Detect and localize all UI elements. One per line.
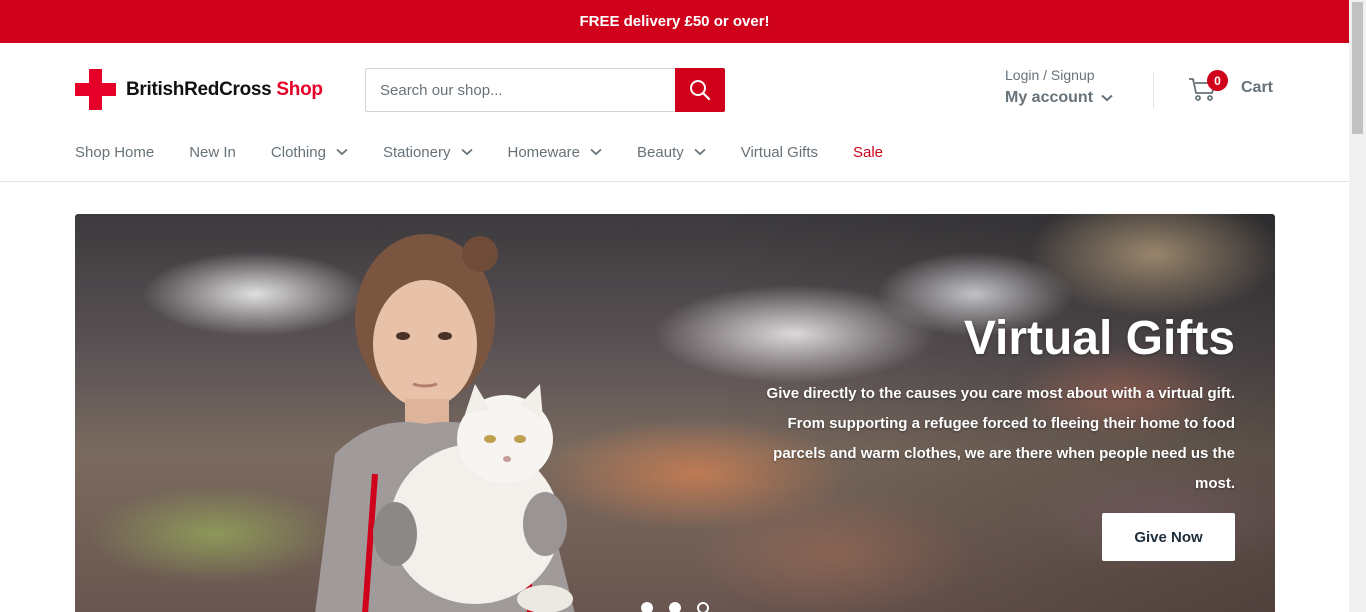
hero-slideshow[interactable]: Virtual Gifts Give directly to the cause… (75, 214, 1275, 612)
announcement-text: FREE delivery £50 or over! (579, 13, 770, 30)
chevron-down-icon (336, 148, 348, 156)
nav-item-clothing[interactable]: Clothing (271, 144, 348, 161)
cart-count-badge: 0 (1207, 70, 1228, 91)
hero-body: Give directly to the causes you care mos… (766, 385, 1235, 492)
nav-item-homeware[interactable]: Homeware (508, 144, 603, 161)
cart-link[interactable]: 0 Cart (1188, 70, 1274, 103)
header-divider (1153, 72, 1154, 108)
brand-name: BritishRedCross Shop (126, 79, 323, 101)
nav-item-label: Clothing (270, 143, 326, 161)
login-signup-link[interactable]: Login / Signup (1005, 67, 1113, 83)
nav-item-label: Shop Home (75, 143, 155, 161)
chevron-down-icon (694, 148, 706, 156)
nav-item-label: New In (189, 143, 236, 161)
nav-item-label: Sale (852, 143, 884, 161)
search-bar (365, 68, 725, 112)
hero-image-girl-with-cat (315, 234, 575, 612)
hero-title: Virtual Gifts (963, 312, 1235, 365)
slide-dot-2[interactable] (669, 602, 681, 612)
my-account-label: My account (1005, 89, 1094, 106)
scrollbar-thumb[interactable] (1352, 2, 1363, 134)
scrollbar[interactable] (1349, 0, 1366, 612)
cart-label: Cart (1241, 79, 1274, 96)
search-input[interactable] (365, 68, 675, 112)
logo[interactable]: BritishRedCross Shop (75, 69, 323, 110)
announcement-bar[interactable]: FREE delivery £50 or over! (0, 0, 1349, 43)
slide-dot-1[interactable] (641, 602, 653, 612)
nav-item-label: Virtual Gifts (740, 143, 818, 161)
slideshow-dots (641, 602, 709, 612)
main-nav: Shop Home New In Clothing Stationery Hom… (75, 139, 918, 165)
nav-item-label: Beauty (637, 143, 684, 161)
search-icon (690, 80, 711, 101)
chevron-down-icon (1101, 94, 1113, 102)
nav-item-beauty[interactable]: Beauty (637, 144, 706, 161)
nav-item-new-in[interactable]: New In (189, 144, 236, 161)
nav-item-stationery[interactable]: Stationery (383, 144, 473, 161)
nav-item-label: Stationery (382, 143, 451, 161)
slide-dot-3[interactable] (697, 602, 709, 612)
nav-item-virtual-gifts[interactable]: Virtual Gifts (741, 144, 818, 161)
chevron-down-icon (590, 148, 602, 156)
search-button[interactable] (675, 68, 725, 112)
nav-item-label: Homeware (507, 143, 581, 161)
hero-content: Virtual Gifts Give directly to the cause… (755, 311, 1235, 499)
account-menu: Login / Signup My account (1005, 67, 1113, 107)
brand-name-main: BritishRedCross (126, 78, 272, 100)
my-account-dropdown[interactable]: My account (1005, 89, 1113, 107)
chevron-down-icon (460, 148, 473, 156)
cart-icon-wrap: 0 (1188, 70, 1228, 103)
red-cross-logo-icon (75, 69, 116, 110)
nav-item-shop-home[interactable]: Shop Home (75, 144, 154, 161)
site-header: BritishRedCross Shop Login / Signup My a… (0, 43, 1349, 182)
give-now-button[interactable]: Give Now (1102, 513, 1235, 561)
brand-name-shop: Shop (276, 78, 323, 100)
page: FREE delivery £50 or over! BritishRedCro… (0, 0, 1366, 612)
nav-item-sale[interactable]: Sale (853, 144, 883, 161)
